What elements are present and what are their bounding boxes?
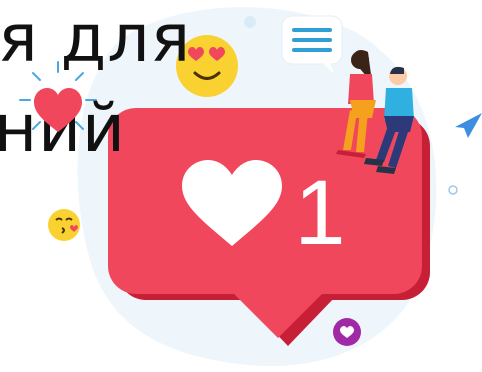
heart-eyes-emoji-icon bbox=[176, 35, 238, 97]
deco-circle bbox=[244, 16, 256, 28]
paper-plane-icon bbox=[455, 113, 482, 138]
kiss-emoji-icon bbox=[48, 209, 80, 241]
illustration: 1 bbox=[19, 7, 482, 367]
heart-badge-icon bbox=[333, 318, 361, 346]
notification-count: 1 bbox=[294, 162, 345, 264]
deco-circle bbox=[448, 185, 458, 195]
